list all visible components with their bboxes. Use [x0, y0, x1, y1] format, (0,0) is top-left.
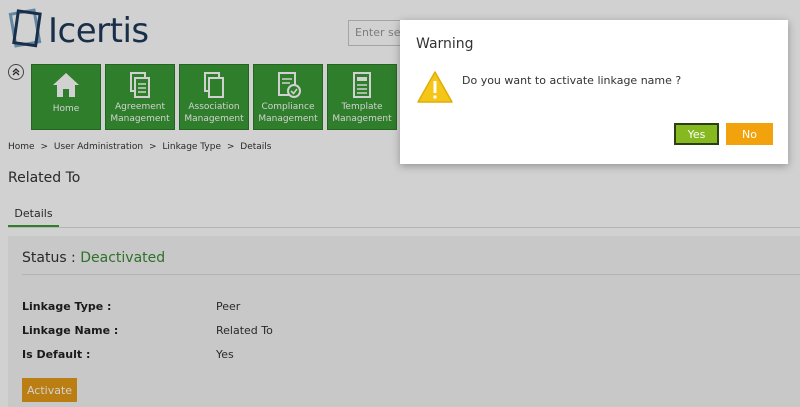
yes-button[interactable]: Yes	[674, 123, 719, 145]
no-button[interactable]: No	[726, 123, 773, 145]
dialog-message: Do you want to activate linkage name ?	[462, 74, 682, 87]
warning-dialog: Warning Do you want to activate linkage …	[400, 20, 788, 164]
dialog-title: Warning	[416, 36, 474, 52]
warning-icon	[417, 71, 453, 103]
